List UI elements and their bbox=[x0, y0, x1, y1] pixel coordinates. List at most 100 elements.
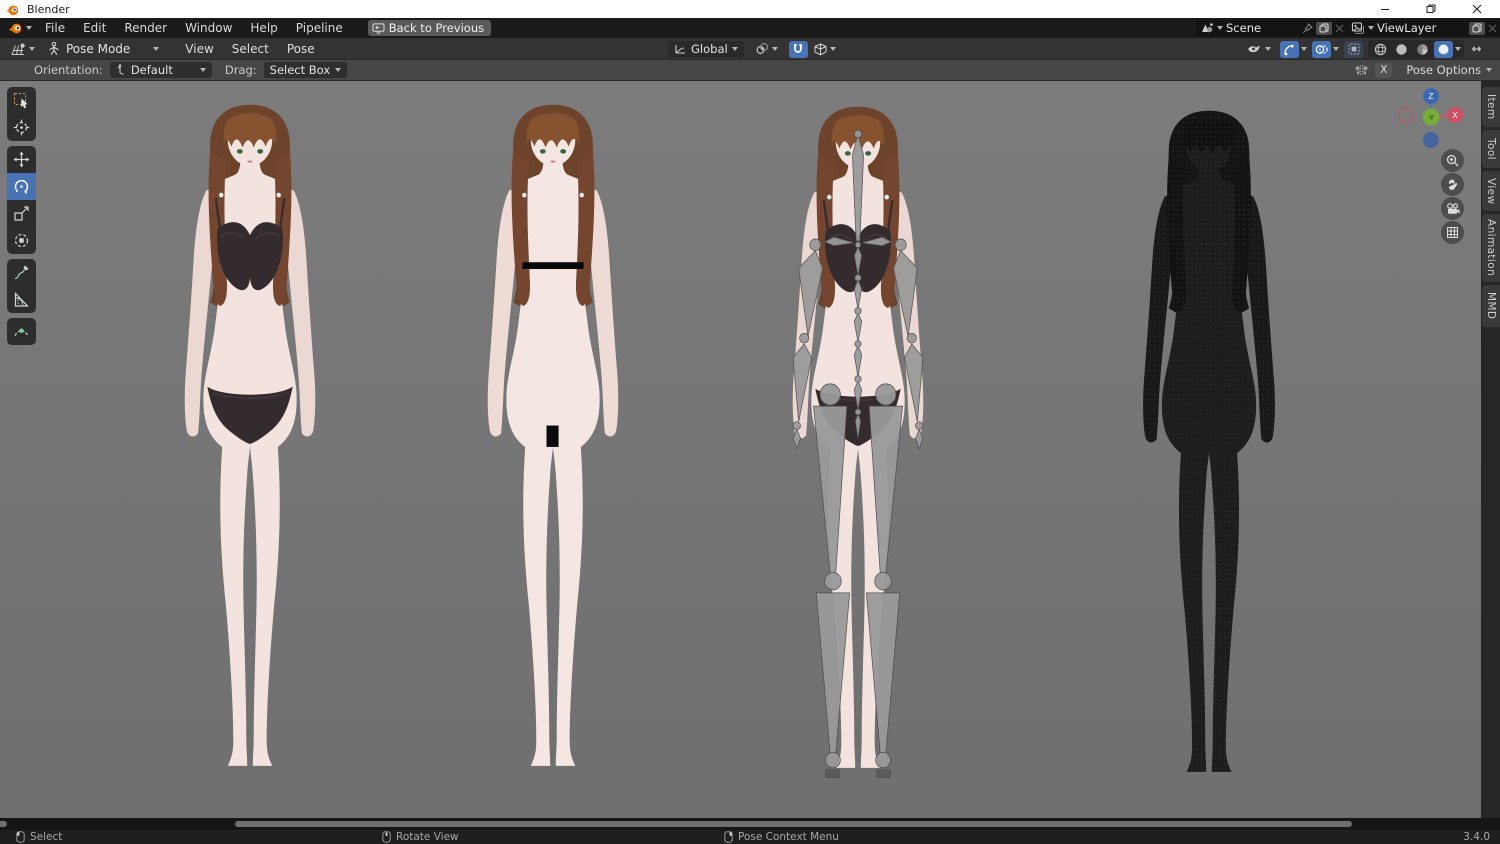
object-visibility-dropdown[interactable] bbox=[1243, 40, 1275, 58]
blender-version: 3.4.0 bbox=[1463, 831, 1490, 843]
viewlayer-selector[interactable]: ViewLayer bbox=[1347, 20, 1500, 36]
zoom-button[interactable] bbox=[1441, 149, 1464, 172]
chevron-down-icon bbox=[1486, 68, 1492, 72]
mirror-x-toggle[interactable]: X bbox=[1375, 62, 1393, 78]
magnet-icon bbox=[794, 44, 803, 53]
shading-material-button[interactable] bbox=[1413, 41, 1432, 58]
tool-scale[interactable] bbox=[7, 200, 36, 227]
maximize-button[interactable] bbox=[1408, 0, 1454, 18]
menu-window[interactable]: Window bbox=[176, 18, 241, 38]
tab-view[interactable]: View bbox=[1482, 171, 1500, 211]
back-to-previous-button[interactable]: Back to Previous bbox=[367, 20, 492, 36]
menu-pipeline[interactable]: Pipeline bbox=[287, 18, 352, 38]
xray-toggle[interactable] bbox=[1344, 40, 1363, 58]
scene-selector[interactable]: Scene bbox=[1196, 20, 1348, 36]
mouse-right-icon bbox=[724, 831, 733, 843]
close-button[interactable] bbox=[1454, 0, 1500, 18]
editor-type-button[interactable] bbox=[6, 40, 39, 58]
3d-viewport[interactable]: Z X -Y Item Tool View Animation MMD bbox=[0, 81, 1500, 818]
menu-help[interactable]: Help bbox=[241, 18, 286, 38]
svg-text:-Y: -Y bbox=[1428, 114, 1435, 122]
copy-pages-icon bbox=[1472, 23, 1482, 33]
figure-model-wireframe[interactable] bbox=[1106, 101, 1312, 801]
figure-model-censored[interactable] bbox=[451, 95, 655, 795]
pose-mode-icon bbox=[49, 41, 59, 55]
minimize-button[interactable] bbox=[1362, 0, 1408, 18]
tab-item[interactable]: Item bbox=[1482, 87, 1500, 127]
chevron-down-icon bbox=[1455, 47, 1461, 51]
show-gizmo-toggle[interactable] bbox=[1280, 40, 1299, 58]
orthographic-toggle-button[interactable] bbox=[1441, 221, 1464, 244]
show-overlays-toggle[interactable] bbox=[1312, 40, 1331, 58]
shading-wireframe-button[interactable] bbox=[1371, 41, 1390, 58]
gizmo-negz-ball[interactable] bbox=[1423, 132, 1439, 148]
tool-move[interactable] bbox=[7, 146, 36, 173]
pan-hand-button[interactable] bbox=[1441, 173, 1464, 196]
unlink-x-icon[interactable] bbox=[1335, 24, 1344, 33]
viewport-bottom-strip bbox=[0, 818, 1500, 830]
annotate-pen-icon bbox=[14, 265, 29, 280]
figure-model-armature[interactable] bbox=[756, 97, 960, 797]
tool-annotate[interactable] bbox=[7, 259, 36, 286]
chevron-down-icon bbox=[1217, 26, 1223, 30]
chevron-down-icon bbox=[731, 47, 738, 51]
chevron-down-icon bbox=[1265, 47, 1271, 51]
statusbar: Select Rotate View Pose Context Menu 3.4… bbox=[0, 830, 1500, 844]
snap-target-cube-icon bbox=[814, 42, 827, 55]
tab-tool[interactable]: Tool bbox=[1482, 130, 1500, 168]
snap-toggle[interactable] bbox=[788, 40, 808, 58]
menu-render[interactable]: Render bbox=[115, 18, 176, 38]
tab-animation[interactable]: Animation bbox=[1482, 214, 1500, 282]
blender-menu-button[interactable] bbox=[4, 19, 36, 37]
svg-text:X: X bbox=[1452, 111, 1458, 120]
scale-icon bbox=[14, 206, 29, 221]
tool-cursor[interactable] bbox=[7, 114, 36, 141]
orientation-default-dropdown[interactable]: Default bbox=[109, 62, 212, 78]
shading-solid-button[interactable] bbox=[1392, 41, 1411, 58]
expand-horizontal-icon[interactable] bbox=[1469, 44, 1484, 54]
tool-rotate[interactable] bbox=[7, 173, 36, 200]
shading-rendered-button[interactable] bbox=[1434, 40, 1453, 58]
tool-pose-breakdowner[interactable] bbox=[7, 318, 36, 345]
remove-x-icon[interactable] bbox=[1488, 24, 1497, 33]
chevron-down-icon bbox=[829, 47, 836, 51]
pivot-point-dropdown[interactable] bbox=[751, 40, 782, 58]
transform-orientation-dropdown[interactable]: Global bbox=[668, 40, 744, 58]
hint-context-menu: Pose Context Menu bbox=[724, 830, 839, 844]
mode-dropdown[interactable]: Pose Mode bbox=[41, 40, 165, 58]
snap-settings-dropdown[interactable] bbox=[810, 40, 840, 58]
sidebar-tab-strip: Item Tool View Animation MMD bbox=[1481, 81, 1500, 818]
hint-select: Select bbox=[16, 830, 62, 844]
viewlayer-icon bbox=[1351, 22, 1364, 34]
chevron-down-icon bbox=[29, 46, 35, 51]
hint-rotate-view: Rotate View bbox=[382, 830, 459, 844]
chevron-down-icon bbox=[1368, 26, 1374, 30]
tab-mmd[interactable]: MMD bbox=[1482, 285, 1500, 327]
tool-select-box[interactable] bbox=[7, 87, 36, 114]
pose-options-dropdown[interactable]: Pose Options bbox=[1406, 63, 1492, 77]
new-scene-button[interactable] bbox=[1316, 21, 1332, 35]
menu-file[interactable]: File bbox=[36, 18, 74, 38]
horizontal-scrollbar[interactable] bbox=[235, 821, 1352, 827]
tool-measure[interactable] bbox=[7, 286, 36, 313]
mouse-left-icon bbox=[16, 831, 25, 843]
navigation-gizmo[interactable]: Z X -Y bbox=[1396, 84, 1470, 150]
tool-transform[interactable] bbox=[7, 227, 36, 254]
menu-pose[interactable]: Pose bbox=[279, 42, 323, 56]
breakdowner-icon bbox=[14, 328, 29, 336]
menu-select[interactable]: Select bbox=[224, 42, 277, 56]
pin-icon[interactable] bbox=[1302, 22, 1313, 34]
new-viewlayer-button[interactable] bbox=[1469, 21, 1485, 35]
figure-model-lingerie[interactable] bbox=[148, 95, 352, 795]
gizmo-negx-ball[interactable] bbox=[1398, 107, 1414, 123]
mode-label: Pose Mode bbox=[66, 41, 131, 56]
overlays-icon bbox=[1315, 44, 1328, 54]
scrollbar-left-stub[interactable] bbox=[0, 821, 7, 827]
camera-view-button[interactable] bbox=[1441, 197, 1464, 220]
menu-edit[interactable]: Edit bbox=[74, 18, 115, 38]
chevron-down-icon bbox=[153, 46, 160, 51]
drag-dropdown[interactable]: Select Box bbox=[263, 62, 348, 78]
scene-icon bbox=[1202, 23, 1213, 33]
menu-view[interactable]: View bbox=[177, 42, 221, 56]
orientation-default-icon bbox=[117, 64, 124, 75]
